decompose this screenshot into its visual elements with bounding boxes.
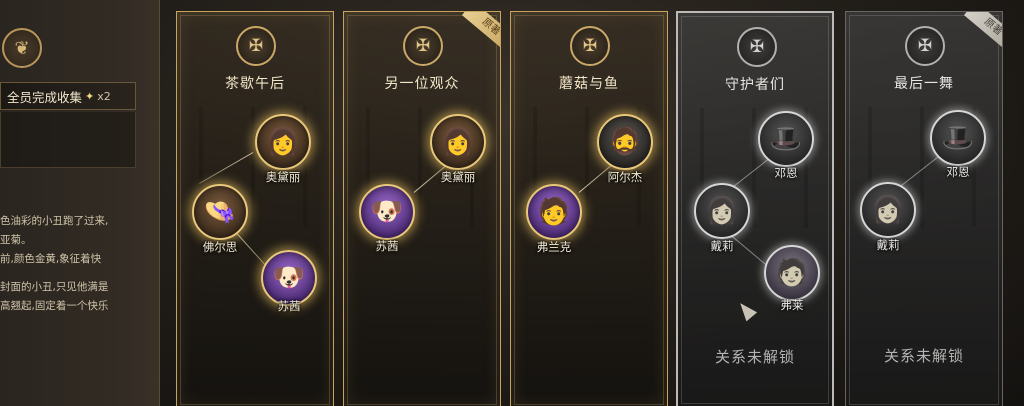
veil-lady-portrait-icon[interactable]: 👩 [860,182,916,238]
hat-lady-portrait-icon[interactable]: 👒 [192,184,248,240]
card-title: 蘑菇与鱼 [559,76,619,92]
character-name: 邓恩 [774,166,798,180]
collect-multiplier: x2 [97,89,111,103]
character-name: 苏茜 [277,299,301,313]
collection-bonus-bar[interactable]: 全员完成收集 ✦ x2 [0,82,136,110]
character-name: 奥黛丽 [440,170,476,184]
desc-line: 高翘起,固定着一个快乐 [0,300,109,312]
character-name: 佛尔思 [202,240,238,254]
veil-lady-portrait-icon[interactable]: 👩 [694,183,750,239]
relation-locked-text: 关系未解锁 [714,348,795,366]
character-name: 奥黛丽 [265,170,301,184]
fedora-man-portrait-icon[interactable]: 🎩 [930,110,986,166]
book-emblem-icon: ✠ [737,27,777,67]
relation-card-another-audience[interactable]: 原著 ✠ 另一位观众 👩 奥黛丽 🐶 苏茜 [343,11,501,406]
card-title: 最后一舞 [894,76,954,92]
dog-portrait-icon[interactable]: 🐶 [359,184,415,240]
character-name: 戴莉 [710,239,734,253]
desc-line: 色油彩的小丑跑了过来, [0,215,109,227]
book-emblem-icon: ✠ [905,26,945,66]
character-name: 苏茜 [375,239,399,253]
original-badge: 原著 [461,12,500,54]
bonus-detail-box [0,112,136,168]
card-title: 茶歇午后 [225,76,285,92]
goggles-portrait-icon[interactable]: 🧑 [526,184,582,240]
relation-card-tea-break[interactable]: ✠ 茶歇午后 👩 奥黛丽 👒 佛尔思 🐶 苏茜 [176,11,334,406]
lady-portrait-icon[interactable]: 👩 [430,114,486,170]
original-badge: 原著 [963,12,1002,54]
sailor-portrait-icon[interactable]: 🧔 [597,114,653,170]
story-description: 色油彩的小丑跑了过来, 亚菊。 前,颜色金黄,象征着快 封面的小丑,只见他满是 … [0,212,150,325]
collect-label: 全员完成收集 [7,89,83,105]
fedora-man-portrait-icon[interactable]: 🎩 [758,111,814,167]
lady-portrait-icon[interactable]: 👩 [255,114,311,170]
book-emblem-icon: ✠ [403,26,443,66]
relation-card-mushroom-fish[interactable]: ✠ 蘑菇与鱼 🧔 阿尔杰 🧑 弗兰克 [510,11,668,406]
character-name: 弗莱 [780,298,804,312]
character-name: 邓恩 [946,165,970,179]
desc-line: 前,颜色金黄,象征着快 [0,253,102,265]
relation-card-last-dance[interactable]: 原著 ✠ 最后一舞 🎩 邓恩 👩 戴莉 关系未解锁 [845,11,1003,406]
character-name: 戴莉 [876,238,900,252]
desc-line: 亚菊。 [0,234,32,246]
card-title: 另一位观众 [384,76,460,92]
character-name: 阿尔杰 [607,170,643,184]
desc-line: 封面的小丑,只见他满是 [0,281,109,293]
relation-card-guardians[interactable]: ✠ 守护者们 🎩 邓恩 👩 戴莉 🧑 弗莱 关系未解锁 [676,11,834,406]
book-emblem-icon: ✠ [236,26,276,66]
card-title: 守护者们 [725,77,785,93]
book-emblem-icon: ✠ [570,26,610,66]
sparkle-icon: ✦ [85,89,95,103]
young-man-portrait-icon[interactable]: 🧑 [764,245,820,301]
relation-locked-text: 关系未解锁 [883,347,964,365]
character-name: 弗兰克 [536,240,572,254]
feather-crest-icon: ❦ [2,28,42,68]
character-detail-panel: ❦ 全员完成收集 ✦ x2 色油彩的小丑跑了过来, 亚菊。 前,颜色金黄,象征着… [0,0,160,406]
